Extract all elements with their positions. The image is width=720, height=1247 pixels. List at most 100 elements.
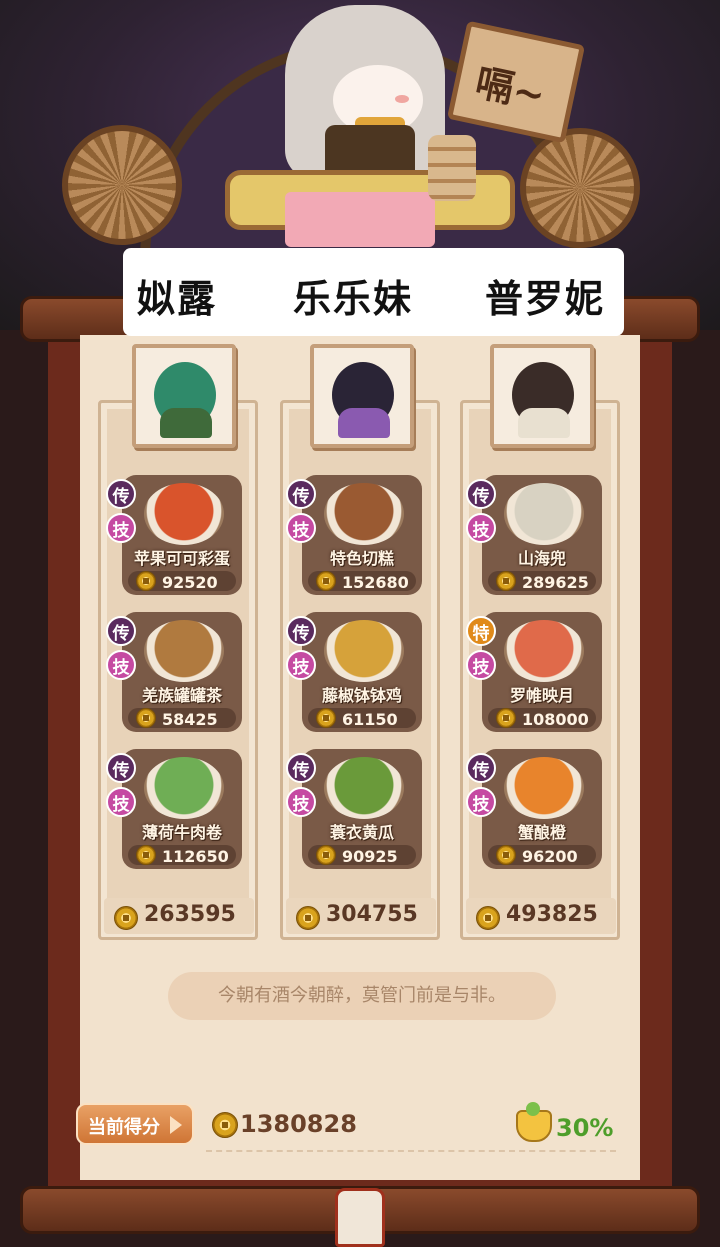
dish-score-row: 61150 (308, 708, 416, 729)
skill-badge: 技 (106, 787, 136, 817)
chef-name-1: 姒露 (137, 276, 218, 321)
dish-card[interactable]: 苹果可可彩蛋 92520 (122, 475, 242, 595)
scroll-tassel (335, 1188, 385, 1247)
dish-image (504, 620, 584, 682)
chef-name-2: 乐乐妹 (293, 276, 414, 321)
dish-image (144, 620, 224, 682)
coin-icon (212, 1112, 238, 1138)
dish-card[interactable]: 山海兜 289625 (482, 475, 602, 595)
legendary-badge: 传 (466, 753, 496, 783)
dish-name: 藤椒钵钵鸡 (321, 686, 402, 705)
score-divider (206, 1150, 616, 1152)
dish-score: 61150 (342, 710, 398, 729)
chef-portrait-1[interactable] (132, 344, 236, 448)
chef-total-2: 304755 (286, 898, 436, 934)
left-fan-decoration (62, 125, 182, 245)
chef-cheek (395, 95, 409, 103)
dish-card[interactable]: 藤椒钵钵鸡 61150 (302, 612, 422, 732)
dish-card[interactable]: 蟹酿橙 96200 (482, 749, 602, 869)
coin-icon (496, 571, 516, 591)
coin-icon (136, 708, 156, 728)
right-fan-decoration (520, 128, 640, 248)
legendary-badge: 传 (106, 616, 136, 646)
bonus-indicator[interactable]: 30% (516, 1102, 626, 1144)
total-value: 304755 (326, 902, 418, 927)
dish-card[interactable]: 羌族罐罐茶 58425 (122, 612, 242, 732)
dish-image (324, 483, 404, 545)
dish-name: 罗帷映月 (509, 686, 574, 705)
dish-name: 山海兜 (517, 549, 566, 568)
chef-total-3: 493825 (466, 898, 616, 934)
legendary-badge: 传 (466, 479, 496, 509)
dish-name: 蓑衣黄瓜 (329, 823, 394, 842)
dish-score-row: 92520 (128, 571, 236, 592)
legendary-badge: 传 (286, 616, 316, 646)
coin-icon (316, 845, 336, 865)
coin-icon (136, 571, 156, 591)
current-score-button[interactable]: 当前得分 (76, 1103, 194, 1145)
current-score-value: 1380828 (240, 1110, 357, 1138)
dish-name: 蟹酿橙 (517, 823, 566, 842)
portrait-body (338, 408, 390, 438)
dish-image (324, 620, 404, 682)
special-badge: 特 (466, 616, 496, 646)
chef-portrait-3[interactable] (490, 344, 594, 448)
chef-portrait-2[interactable] (310, 344, 414, 448)
table-cloth (285, 192, 435, 247)
dish-card[interactable]: 罗帷映月 108000 (482, 612, 602, 732)
dish-image (504, 483, 584, 545)
total-value: 263595 (144, 902, 236, 927)
dish-score-row: 108000 (488, 708, 596, 729)
dish-score: 289625 (522, 573, 589, 592)
bonus-value: 30% (556, 1114, 614, 1142)
dish-name: 特色切糕 (329, 549, 394, 568)
chef-character[interactable] (285, 5, 445, 185)
dish-score-row: 90925 (308, 845, 416, 866)
dish-image (144, 483, 224, 545)
burp-sign-text: 嗝~ (471, 60, 550, 118)
dish-score: 58425 (162, 710, 218, 729)
portrait-body (518, 408, 570, 438)
coin-icon (316, 571, 336, 591)
dish-score-row: 289625 (488, 571, 596, 592)
skill-badge: 技 (466, 650, 496, 680)
skill-badge: 技 (286, 650, 316, 680)
portrait-body (160, 408, 212, 438)
play-arrow-icon (170, 1116, 182, 1134)
dish-name: 苹果可可彩蛋 (133, 549, 230, 568)
dish-image (324, 757, 404, 819)
dish-score: 90925 (342, 847, 398, 866)
legendary-badge: 传 (286, 753, 316, 783)
legendary-badge: 传 (286, 479, 316, 509)
dish-image (504, 757, 584, 819)
coin-icon (316, 708, 336, 728)
coin-icon (476, 906, 500, 930)
dish-score-row: 152680 (308, 571, 416, 592)
dish-card[interactable]: 蓑衣黄瓜 90925 (302, 749, 422, 869)
dish-name: 薄荷牛肉卷 (141, 823, 222, 842)
coin-icon (296, 906, 320, 930)
skill-badge: 技 (466, 787, 496, 817)
chef-total-1: 263595 (104, 898, 254, 934)
quote-bubble: 今朝有酒今朝醉，莫管门前是与非。 (168, 972, 556, 1020)
dish-score: 92520 (162, 573, 218, 592)
coin-icon (496, 845, 516, 865)
coin-icon (136, 845, 156, 865)
dish-card[interactable]: 特色切糕 152680 (302, 475, 422, 595)
dish-score-row: 112650 (128, 845, 236, 866)
skill-badge: 技 (286, 787, 316, 817)
dish-card[interactable]: 薄荷牛肉卷 112650 (122, 749, 242, 869)
dish-score-row: 96200 (488, 845, 596, 866)
legendary-badge: 传 (106, 479, 136, 509)
total-value: 493825 (506, 902, 598, 927)
chef-names-banner: 姒露 乐乐妹 普罗妮 (123, 248, 624, 336)
skill-badge: 技 (106, 513, 136, 543)
skill-badge: 技 (106, 650, 136, 680)
dish-score: 152680 (342, 573, 409, 592)
legendary-badge: 传 (106, 753, 136, 783)
skill-badge: 技 (286, 513, 316, 543)
stacked-bowls (428, 135, 476, 201)
chef-name-3: 普罗妮 (485, 276, 606, 321)
current-score-label: 当前得分 (88, 1117, 160, 1138)
dish-score: 96200 (522, 847, 578, 866)
